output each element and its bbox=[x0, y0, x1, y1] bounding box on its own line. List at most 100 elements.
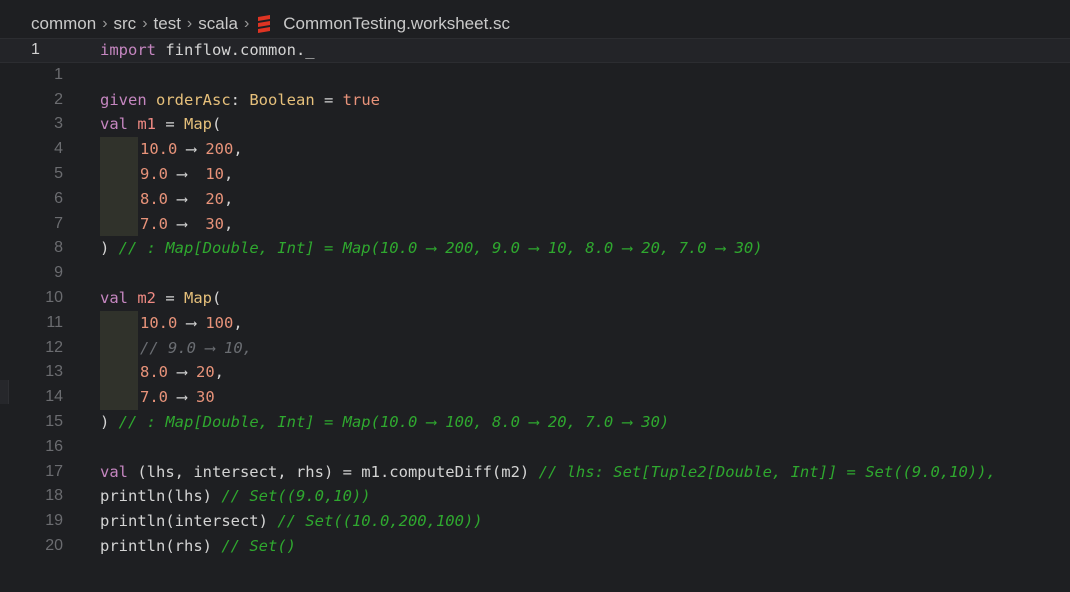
line-number: 1 bbox=[31, 41, 40, 58]
breadcrumb-item-common[interactable]: common bbox=[31, 14, 96, 34]
code-token: // 9.0 ⟶ 10, bbox=[140, 338, 252, 357]
line-number: 20 bbox=[45, 536, 63, 554]
line-number: 2 bbox=[54, 90, 63, 108]
code-token: println(rhs) bbox=[100, 536, 222, 555]
code-token: 7.0 bbox=[140, 214, 168, 233]
code-token: val bbox=[100, 115, 138, 134]
code-line[interactable]: 16 bbox=[0, 435, 1070, 460]
code-token: ⟶ bbox=[177, 313, 206, 332]
worksheet-result-comment: // lhs: Set[Tuple2[Double, Int]] = Set((… bbox=[538, 462, 996, 481]
code-line[interactable]: 3 val m1 = Map( bbox=[0, 112, 1070, 137]
worksheet-result-comment: // Set((10.0,200,100)) bbox=[277, 512, 483, 531]
code-line[interactable]: 14 7.0 ⟶ 30 bbox=[0, 385, 1070, 410]
code-line[interactable]: 1 bbox=[0, 63, 1070, 88]
code-token: ( bbox=[212, 115, 222, 134]
code-text: val (lhs, intersect, rhs) = m1.computeDi… bbox=[100, 460, 996, 485]
chevron-right-icon: › bbox=[243, 15, 250, 32]
code-editor[interactable]: 1 import finflow.common._ 1 2 given orderAsc… bbox=[0, 38, 1070, 559]
code-line[interactable]: 4 10.0 ⟶ 200, bbox=[0, 137, 1070, 162]
code-token: , bbox=[224, 214, 234, 233]
code-text: import finflow.common._ bbox=[100, 38, 315, 63]
code-line[interactable]: 17 val (lhs, intersect, rhs) = m1.compute… bbox=[0, 460, 1070, 485]
code-token: val bbox=[100, 462, 138, 481]
code-token: , bbox=[224, 189, 234, 208]
code-line[interactable]: 19 println(intersect) // Set((10.0,200,10… bbox=[0, 509, 1070, 534]
line-number: 10 bbox=[45, 288, 63, 306]
code-text: 7.0 ⟶ 30 bbox=[100, 385, 215, 410]
code-token: given bbox=[100, 90, 156, 109]
code-token: 10.0 bbox=[140, 313, 178, 332]
line-number: 14 bbox=[45, 388, 63, 406]
code-token: (lhs, intersect, rhs) = m1.computeDiff(m… bbox=[137, 462, 539, 481]
code-token: import bbox=[100, 41, 156, 59]
code-token: orderAsc bbox=[156, 90, 231, 109]
worksheet-result-comment: // Set() bbox=[221, 536, 296, 555]
indent-guide bbox=[100, 360, 138, 386]
code-text: 10.0 ⟶ 200, bbox=[100, 137, 243, 162]
code-token: = bbox=[156, 115, 184, 134]
code-token: finflow.common._ bbox=[156, 41, 315, 59]
code-token: , bbox=[233, 313, 243, 332]
code-line[interactable]: 18 println(lhs) // Set((9.0,10)) bbox=[0, 484, 1070, 509]
code-token: ⟶ bbox=[168, 214, 206, 233]
code-line[interactable]: 1 import finflow.common._ bbox=[0, 38, 1070, 63]
line-number: 18 bbox=[45, 487, 63, 505]
code-line[interactable]: 11 10.0 ⟶ 100, bbox=[0, 310, 1070, 336]
code-text: println(rhs) // Set() bbox=[100, 534, 296, 559]
code-line[interactable]: 10 val m2 = Map( bbox=[0, 286, 1070, 311]
code-line[interactable]: 9 bbox=[0, 261, 1070, 286]
code-line[interactable]: 15) // : Map[Double, Int] = Map(10.0 ⟶ 1… bbox=[0, 410, 1070, 435]
code-line[interactable]: 7 7.0 ⟶ 30, bbox=[0, 211, 1070, 237]
chevron-right-icon: › bbox=[186, 15, 193, 32]
code-token: Boolean bbox=[249, 90, 315, 109]
code-line[interactable]: 13 8.0 ⟶ 20, bbox=[0, 360, 1070, 386]
code-line[interactable]: 6 8.0 ⟶ 20, bbox=[0, 186, 1070, 212]
indent-guide bbox=[100, 137, 138, 162]
code-token: = bbox=[314, 90, 343, 109]
code-token: : bbox=[230, 90, 250, 109]
breadcrumb-item-scala[interactable]: scala bbox=[198, 14, 238, 34]
code-token: 10 bbox=[205, 164, 224, 183]
code-token: 20 bbox=[205, 189, 224, 208]
line-number: 19 bbox=[45, 512, 63, 530]
code-token: 20 bbox=[196, 363, 215, 382]
code-text: 8.0 ⟶ 20, bbox=[100, 186, 234, 212]
code-token: true bbox=[342, 90, 380, 109]
line-number: 9 bbox=[54, 264, 63, 282]
code-line[interactable]: 12 // 9.0 ⟶ 10, bbox=[0, 335, 1070, 361]
breadcrumb-item-test[interactable]: test bbox=[154, 14, 181, 34]
code-token: println(intersect) bbox=[100, 512, 278, 531]
line-number: 7 bbox=[54, 214, 63, 232]
code-token: 30 bbox=[205, 214, 224, 233]
code-token: m2 bbox=[137, 288, 156, 307]
code-token: = bbox=[156, 288, 184, 307]
code-token: 8.0 bbox=[140, 189, 168, 208]
code-token: ⟶ bbox=[168, 388, 196, 407]
line-number: 11 bbox=[46, 313, 63, 331]
indent-guide bbox=[100, 385, 138, 410]
worksheet-result-comment: // : Map[Double, Int] = Map(10.0 ⟶ 200, … bbox=[118, 239, 763, 258]
code-text: println(lhs) // Set((9.0,10)) bbox=[100, 484, 371, 509]
breadcrumb-file[interactable]: CommonTesting.worksheet.sc bbox=[283, 14, 510, 34]
code-line[interactable]: 20 println(rhs) // Set() bbox=[0, 534, 1070, 559]
indent-guide bbox=[100, 186, 138, 212]
breadcrumb-item-src[interactable]: src bbox=[114, 14, 137, 34]
code-token: ( bbox=[212, 288, 222, 307]
code-line[interactable]: 5 9.0 ⟶ 10, bbox=[0, 161, 1070, 187]
line-number: 4 bbox=[54, 140, 63, 158]
code-token: 8.0 bbox=[140, 363, 168, 382]
worksheet-result-comment: // Set((9.0,10)) bbox=[221, 487, 371, 506]
code-token: val bbox=[100, 288, 138, 307]
code-line[interactable]: 8) // : Map[Double, Int] = Map(10.0 ⟶ 20… bbox=[0, 236, 1070, 261]
indent-guide bbox=[100, 161, 138, 187]
line-number: 16 bbox=[45, 437, 63, 455]
line-number: 12 bbox=[45, 338, 63, 356]
line-number: 8 bbox=[54, 239, 63, 257]
line-number: 3 bbox=[54, 115, 63, 133]
code-line[interactable]: 2 given orderAsc: Boolean = true bbox=[0, 88, 1070, 113]
indent-guide bbox=[100, 310, 138, 336]
code-token: Map bbox=[184, 115, 212, 134]
code-token: , bbox=[214, 363, 225, 382]
worksheet-result-comment: // : Map[Double, Int] = Map(10.0 ⟶ 100, … bbox=[118, 412, 670, 431]
chevron-right-icon: › bbox=[142, 15, 148, 32]
